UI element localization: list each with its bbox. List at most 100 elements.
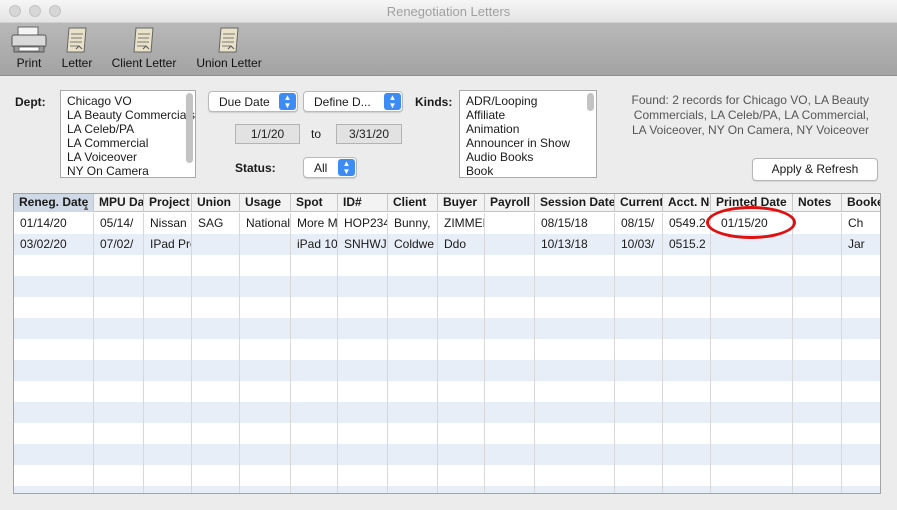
- column-header-project[interactable]: Project: [144, 194, 192, 212]
- kinds-label: Kinds:: [415, 95, 453, 109]
- toolbar: Print Letter Client Letter Union Letter: [0, 23, 897, 76]
- table-cell: 05/14/: [100, 216, 134, 230]
- empty-row: [14, 381, 880, 402]
- column-divider: [337, 213, 338, 493]
- printer-icon: [11, 26, 47, 53]
- column-header-session-date[interactable]: Session Date: [535, 194, 615, 212]
- column-header-current[interactable]: Current: [615, 194, 663, 212]
- kinds-item[interactable]: Book: [460, 164, 596, 177]
- table-cell: 03/02/20: [20, 237, 67, 251]
- empty-row: [14, 486, 880, 493]
- empty-row: [14, 423, 880, 444]
- dept-list[interactable]: Chicago VO LA Beauty Commercials LA Cele…: [60, 90, 196, 178]
- kinds-item[interactable]: Affiliate: [460, 108, 596, 122]
- toolbar-print-label: Print: [16, 56, 42, 70]
- empty-row: [14, 339, 880, 360]
- empty-row: [14, 402, 880, 423]
- dept-item[interactable]: LA Voiceover: [61, 150, 195, 164]
- kinds-list[interactable]: ADR/Looping Affiliate Animation Announce…: [459, 90, 597, 178]
- chevron-updown-icon: ▲ ▼: [338, 159, 355, 176]
- empty-row: [14, 297, 880, 318]
- column-header-spot[interactable]: Spot: [291, 194, 338, 212]
- date-field-popup[interactable]: Due Date ▲ ▼: [208, 91, 298, 112]
- chevron-updown-icon: ▲ ▼: [279, 93, 296, 110]
- table-cell: 01/14/20: [20, 216, 67, 230]
- column-header-payroll[interactable]: Payroll: [485, 194, 535, 212]
- date-range-popup[interactable]: Define D... ▲ ▼: [303, 91, 403, 112]
- table-cell: HOP234: [344, 216, 388, 230]
- table-cell: [240, 234, 291, 255]
- toolbar-union-letter-button[interactable]: Union Letter: [193, 25, 265, 70]
- column-divider: [239, 213, 240, 493]
- empty-row: [14, 255, 880, 276]
- table-cell: 0515.2: [669, 237, 706, 251]
- dept-item[interactable]: Chicago VO: [61, 94, 195, 108]
- union-letter-icon: [218, 27, 239, 53]
- title-bar: Renegotiation Letters: [0, 0, 897, 23]
- column-divider: [484, 213, 485, 493]
- table-cell: 10/03/: [621, 237, 655, 251]
- kinds-item[interactable]: Audio Books: [460, 150, 596, 164]
- dept-item[interactable]: NY On Camera: [61, 164, 195, 177]
- column-header-reneg-date[interactable]: Reneg. Date ▲: [14, 194, 94, 212]
- date-range-value: Define D...: [314, 95, 371, 109]
- column-divider: [437, 213, 438, 493]
- column-header-notes[interactable]: Notes: [793, 194, 842, 212]
- column-divider: [387, 213, 388, 493]
- apply-refresh-button[interactable]: Apply & Refresh: [752, 158, 878, 181]
- table-cell: [485, 234, 535, 255]
- table-cell: [793, 213, 842, 234]
- column-divider: [93, 213, 94, 493]
- dept-label: Dept:: [15, 95, 46, 109]
- column-header-booker[interactable]: Booker: [842, 194, 880, 212]
- toolbar-client-letter-label: Client Letter: [111, 56, 177, 70]
- column-header-client[interactable]: Client: [388, 194, 438, 212]
- date-to-field[interactable]: 3/31/20: [336, 124, 402, 144]
- dept-item[interactable]: LA Commercial: [61, 136, 195, 150]
- status-value: All: [314, 161, 328, 175]
- empty-row: [14, 444, 880, 465]
- status-popup[interactable]: All ▲ ▼: [303, 157, 357, 178]
- toolbar-client-letter-button[interactable]: Client Letter: [108, 25, 180, 70]
- table-cell: More M: [297, 216, 338, 230]
- empty-row: [14, 465, 880, 486]
- table-cell: 08/15/: [621, 216, 655, 230]
- column-divider: [143, 213, 144, 493]
- column-divider: [290, 213, 291, 493]
- window-title: Renegotiation Letters: [386, 4, 511, 19]
- toolbar-print-button[interactable]: Print: [10, 25, 48, 70]
- column-header-buyer[interactable]: Buyer: [438, 194, 485, 212]
- column-divider: [792, 213, 793, 493]
- column-header-acct-no[interactable]: Acct. No: [663, 194, 711, 212]
- empty-row: [14, 276, 880, 297]
- status-label: Status:: [235, 161, 276, 175]
- table-cell: [793, 234, 842, 255]
- column-header-id[interactable]: ID#: [338, 194, 388, 212]
- column-header-mpu-date[interactable]: MPU Date: [94, 194, 144, 212]
- table-cell: 10/13/18: [541, 237, 588, 251]
- toolbar-letter-button[interactable]: Letter: [58, 25, 96, 70]
- table-cell: Coldwe: [394, 237, 435, 251]
- client-letter-icon: [133, 27, 154, 53]
- column-divider: [841, 213, 842, 493]
- found-summary: Found: 2 records for Chicago VO, LA Beau…: [631, 93, 869, 137]
- table-cell: Bunny,: [394, 216, 431, 230]
- table-cell: ZIMMER: [444, 216, 485, 230]
- table-cell: Nissan: [150, 216, 187, 230]
- table-cell: 07/02/: [100, 237, 134, 251]
- table-cell: SNHWJN: [344, 237, 388, 251]
- kinds-item[interactable]: ADR/Looping: [460, 94, 596, 108]
- dept-item[interactable]: LA Beauty Commercials: [61, 108, 195, 122]
- dept-item[interactable]: LA Celeb/PA: [61, 122, 195, 136]
- column-header-union[interactable]: Union: [192, 194, 240, 212]
- kinds-item[interactable]: Announcer in Show: [460, 136, 596, 150]
- highlight-circle: [706, 206, 796, 239]
- date-from-field[interactable]: 1/1/20: [235, 124, 300, 144]
- column-header-usage[interactable]: Usage: [240, 194, 291, 212]
- toolbar-union-letter-label: Union Letter: [196, 56, 262, 70]
- table-cell: Jar: [848, 237, 865, 251]
- dept-scrollbar[interactable]: [186, 93, 193, 163]
- kinds-scrollbar[interactable]: [587, 93, 594, 111]
- window: Renegotiation Letters Print Letter Clien…: [0, 0, 897, 510]
- kinds-item[interactable]: Animation: [460, 122, 596, 136]
